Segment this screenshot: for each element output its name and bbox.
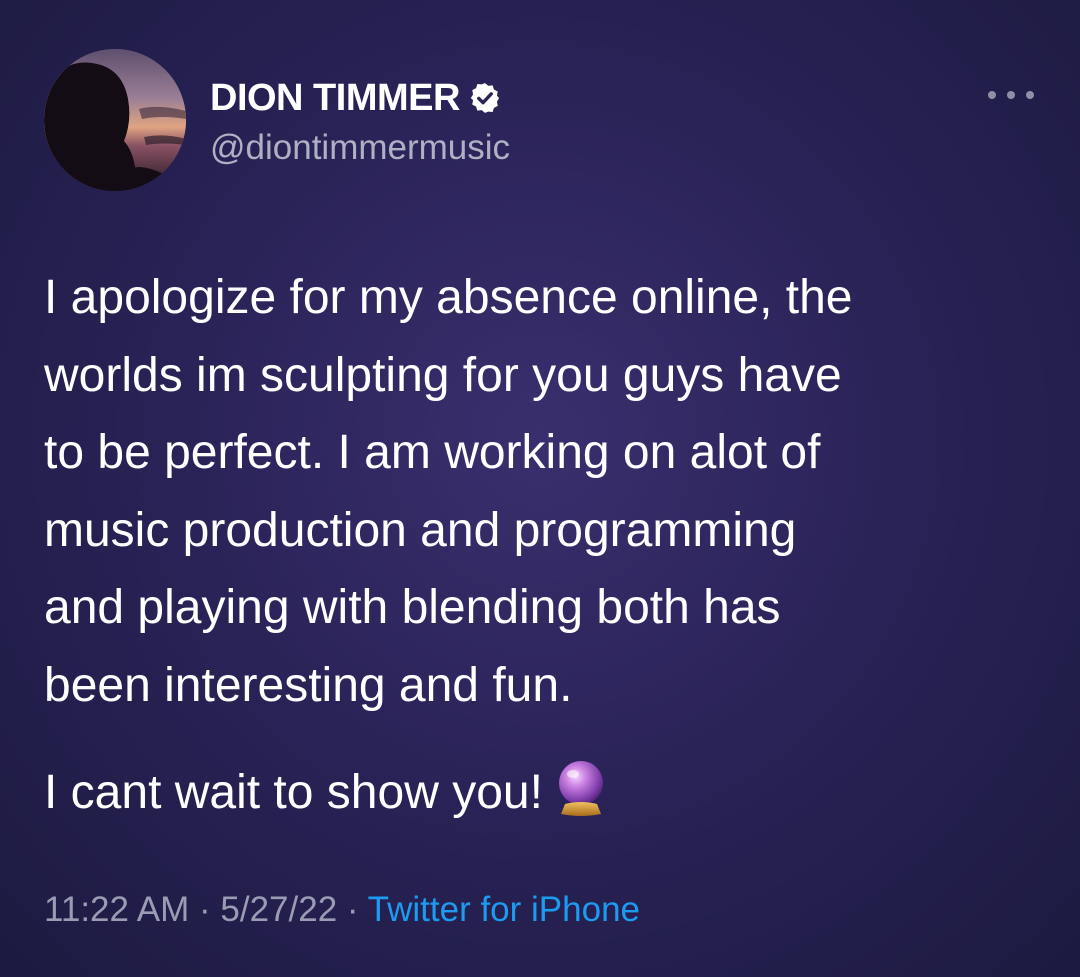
display-name[interactable]: DION TIMMER xyxy=(210,76,460,120)
tweet-text-line: been interesting and fun. xyxy=(44,658,573,712)
closing-text: I cant wait to show you! xyxy=(44,766,543,819)
avatar[interactable] xyxy=(44,49,186,191)
tweet-text-line: and playing with blending both has xyxy=(44,581,781,634)
tweet-time[interactable]: 11:22 AM xyxy=(44,890,189,929)
avatar-silhouette-image xyxy=(44,49,186,191)
tweet-text-line: to be perfect. I am working on alot of xyxy=(44,426,821,479)
tweet-source-link[interactable]: Twitter for iPhone xyxy=(368,890,640,929)
tweet-text-line: music production and programming xyxy=(44,503,797,557)
tweet-card: DION TIMMER @diontimmermusic I apologize… xyxy=(0,0,1080,977)
more-dot xyxy=(1007,91,1015,99)
tweet-text-line: worlds im sculpting for you guys have xyxy=(44,348,842,402)
tweet-text-line: I apologize for my absence online, the xyxy=(44,271,853,324)
tweet-meta: 11:22 AM · 5/27/22 · Twitter for iPhone xyxy=(44,886,640,934)
meta-separator: · xyxy=(189,890,221,929)
more-dot xyxy=(988,91,996,99)
author-name-row[interactable]: DION TIMMER xyxy=(210,76,502,120)
tweet-text: I apologize for my absence online, the w… xyxy=(44,259,1044,832)
author-handle[interactable]: @diontimmermusic xyxy=(210,126,510,170)
meta-separator: · xyxy=(337,890,368,929)
more-dot xyxy=(1026,91,1034,99)
tweet-date[interactable]: 5/27/22 xyxy=(220,890,337,929)
verified-badge-icon xyxy=(468,81,502,115)
crystal-ball-icon xyxy=(553,758,609,818)
more-options-icon[interactable] xyxy=(988,82,1034,108)
tweet-closing-line: I cant wait to show you! xyxy=(44,754,1044,832)
